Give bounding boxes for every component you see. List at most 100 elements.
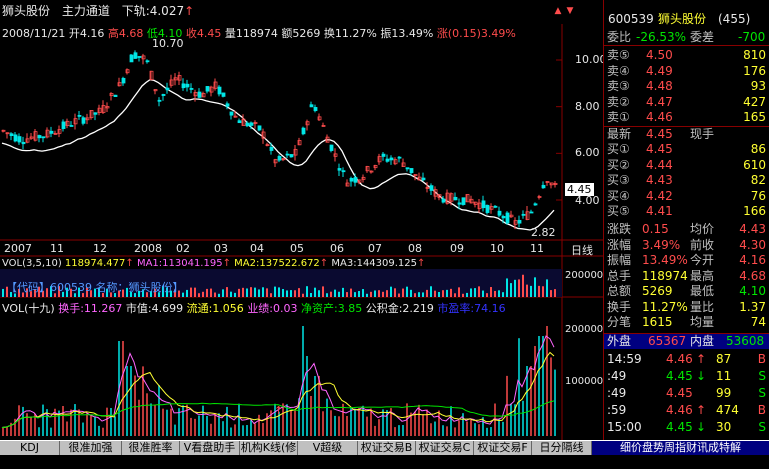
tab-indicator[interactable]: 日分隔线 — [532, 441, 592, 455]
time-tick: 02 — [176, 242, 190, 255]
up-icon[interactable]: ▲ — [553, 6, 563, 16]
candle-body — [9, 133, 14, 137]
lower-legend: VOL(十九) 换手:11.267 市值:4.699 流通:1.056 业绩:0… — [2, 300, 506, 316]
stat-value: 4.43 — [739, 222, 766, 236]
wei-bi-row: 委比 -26.53% 委差 -700 — [604, 30, 769, 46]
candle-body — [257, 125, 262, 131]
bid-label: 买② — [607, 157, 630, 172]
volume-bar — [450, 288, 452, 297]
tab-indicator[interactable]: 权证交易B — [358, 441, 416, 455]
quote-name: 狮头股份 — [658, 12, 707, 26]
volume-bar — [226, 287, 228, 297]
stat-label: 量比 — [690, 299, 715, 314]
indicator-name[interactable]: 主力通道 — [62, 4, 110, 18]
candle-body — [13, 134, 18, 142]
tick-time: 14:59 — [607, 352, 642, 366]
ask-row: 卖① 4.46 165 — [604, 110, 769, 125]
candle-body — [189, 88, 194, 90]
volume-bar — [550, 290, 552, 297]
side-tabs[interactable]: 细价盘势周指财讯成特解 — [592, 441, 769, 455]
candle-body — [217, 86, 222, 95]
stat-value: 74 — [750, 315, 766, 329]
stat-value: 5269 — [642, 284, 673, 298]
time-tick: 03 — [214, 242, 228, 255]
candle-body — [493, 205, 498, 208]
latest-label: 最新 — [607, 127, 632, 141]
ask-volume: 427 — [743, 94, 766, 109]
candle-body — [17, 136, 22, 143]
stat-value: 4.30 — [739, 237, 766, 252]
volume-bar — [402, 288, 404, 297]
tab-indicator[interactable]: 机构K线(修 — [240, 441, 298, 455]
tick-price: 4.45 — [666, 369, 693, 383]
candle-body — [61, 121, 66, 129]
volume-bar — [406, 286, 408, 297]
volume-bar — [306, 286, 308, 297]
candle-body — [313, 107, 318, 112]
candle-body — [541, 184, 546, 189]
volume-bar — [546, 279, 548, 297]
candle-body — [289, 154, 294, 158]
candle-body — [161, 94, 166, 96]
ask-label: 卖③ — [607, 79, 630, 93]
candle-body — [497, 210, 502, 216]
candle-body — [21, 141, 26, 145]
volume-bar — [386, 290, 388, 297]
inner-label: 内盘 — [690, 334, 715, 348]
tick-side: S — [758, 369, 766, 383]
stat-label: 换手 — [607, 299, 632, 314]
bid-volume: 76 — [750, 188, 766, 203]
stock-title: 狮头股份 — [2, 4, 51, 18]
tab-indicator[interactable]: 权证交易F — [474, 441, 532, 455]
tab-indicator[interactable]: KDJ — [0, 441, 60, 455]
volume-bar — [302, 293, 304, 297]
volume-bar — [282, 289, 284, 297]
candle-body — [185, 83, 190, 88]
tick-volume: 87 — [716, 352, 732, 366]
candle-body — [521, 213, 526, 216]
tick-volume: 11 — [716, 369, 732, 383]
stat-label: 均量 — [690, 315, 715, 329]
stat-label: 最低 — [690, 284, 715, 298]
tab-indicator[interactable]: 权证交易C — [416, 441, 474, 455]
period-label[interactable]: 日线 — [571, 242, 593, 258]
volume-bar — [190, 287, 192, 297]
tab-indicator[interactable]: V超级MACD — [298, 441, 358, 468]
ask-price: 4.49 — [646, 63, 673, 78]
chart-area[interactable]: ↑ 狮头股份 主力通道 下轨:4.027↑ ▲ ▼ 2008/11/21 开4.… — [0, 0, 607, 440]
bid-label: 买① — [607, 142, 630, 156]
volume-bar — [326, 293, 328, 297]
down-icon[interactable]: ▼ — [565, 6, 575, 16]
candle-body — [81, 117, 86, 124]
volume-bar — [390, 286, 392, 297]
outer-label: 外盘 — [607, 334, 632, 348]
up-arrow-icon: ↑ — [222, 258, 231, 269]
down-arrow-icon: ↓ — [696, 369, 707, 383]
lower-pe: 市盈率:74.16 — [437, 302, 506, 315]
volume-bar — [534, 277, 536, 297]
tab-indicator[interactable]: V看盘助手 — [180, 441, 240, 455]
volume-bar — [186, 289, 188, 297]
tick-time: :49 — [607, 369, 627, 383]
vol-title: VOL(3,5,10) — [2, 258, 62, 269]
stat-label: 总手 — [607, 268, 632, 283]
kline-chart[interactable]: ↑ — [0, 0, 603, 440]
stat-label: 今开 — [690, 253, 715, 267]
bid-price: 4.41 — [646, 204, 673, 218]
volume-bar — [342, 287, 344, 297]
volume-bar — [358, 291, 360, 297]
candle-body — [337, 168, 342, 171]
volume-bar — [474, 288, 476, 297]
candle-body — [245, 122, 250, 127]
ask-row: 卖② 4.47 427 — [604, 95, 769, 110]
tab-indicator[interactable]: 很准加强 — [60, 441, 122, 455]
volume-bar — [426, 289, 428, 297]
volume-bar — [502, 292, 504, 297]
volume-bar — [438, 292, 440, 297]
lower-nav: 净资产:3.85 — [301, 302, 363, 315]
tab-indicator[interactable]: 很准胜率 — [122, 441, 180, 455]
candle-body — [517, 219, 522, 224]
up-arrow-icon: ↑ — [319, 258, 329, 269]
ohlc-row: 2008/11/21 开4.16 高4.68 低4.10 收4.45 量1189… — [2, 25, 516, 41]
lower-eps: 业绩:0.03 — [247, 302, 298, 315]
